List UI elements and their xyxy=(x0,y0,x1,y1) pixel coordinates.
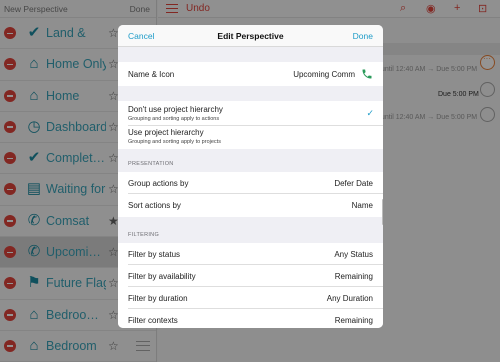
setting-value: Name xyxy=(351,201,373,210)
group-actions-row[interactable]: Group actions by Defer Date xyxy=(118,172,383,194)
hierarchy-option-label: Use project hierarchy xyxy=(128,128,204,137)
setting-label: Filter contexts xyxy=(128,316,178,325)
presentation-section-header: PRESENTATION xyxy=(128,161,174,167)
setting-value: Any Duration xyxy=(326,294,373,303)
checkmark-icon: ✓ xyxy=(366,108,374,118)
modal-nav-bar: Cancel Edit Perspective Done xyxy=(118,25,383,47)
setting-label: Filter by availability xyxy=(128,272,196,281)
phone-icon[interactable] xyxy=(361,68,373,80)
perspective-name-value[interactable]: Upcoming Comm xyxy=(293,70,355,79)
filter-duration-row[interactable]: Filter by duration Any Duration xyxy=(118,287,383,309)
setting-value: Remaining xyxy=(334,272,373,281)
setting-label: Filter by status xyxy=(128,250,181,259)
filter-availability-row[interactable]: Filter by availability Remaining xyxy=(118,265,383,287)
setting-label: Sort actions by xyxy=(128,201,181,210)
sort-actions-row[interactable]: Sort actions by Name xyxy=(118,194,383,217)
hierarchy-option-row[interactable]: Use project hierarchy Grouping and sorti… xyxy=(118,126,383,149)
hierarchy-option-row[interactable]: Don't use project hierarchy Grouping and… xyxy=(118,101,383,126)
setting-value: Any Status xyxy=(334,250,373,259)
name-icon-row[interactable]: Name & Icon Upcoming Comm xyxy=(118,62,383,86)
filtering-section-header: FILTERING xyxy=(128,232,160,238)
hierarchy-option-subtitle: Grouping and sorting apply to actions xyxy=(128,116,220,122)
setting-value: Remaining xyxy=(334,316,373,325)
modal-title: Edit Perspective xyxy=(217,31,284,41)
name-icon-label: Name & Icon xyxy=(128,70,175,79)
setting-label: Group actions by xyxy=(128,179,189,188)
filter-contexts-row[interactable]: Filter contexts Remaining xyxy=(118,309,383,328)
filter-status-row[interactable]: Filter by status Any Status xyxy=(118,243,383,265)
scrollbar[interactable] xyxy=(382,199,383,225)
edit-perspective-modal: Cancel Edit Perspective Done Name & Icon… xyxy=(118,25,383,328)
hierarchy-option-subtitle: Grouping and sorting apply to projects xyxy=(128,139,221,145)
done-button[interactable]: Done xyxy=(353,31,373,41)
hierarchy-option-label: Don't use project hierarchy xyxy=(128,105,223,114)
setting-value: Defer Date xyxy=(334,179,373,188)
setting-label: Filter by duration xyxy=(128,294,188,303)
